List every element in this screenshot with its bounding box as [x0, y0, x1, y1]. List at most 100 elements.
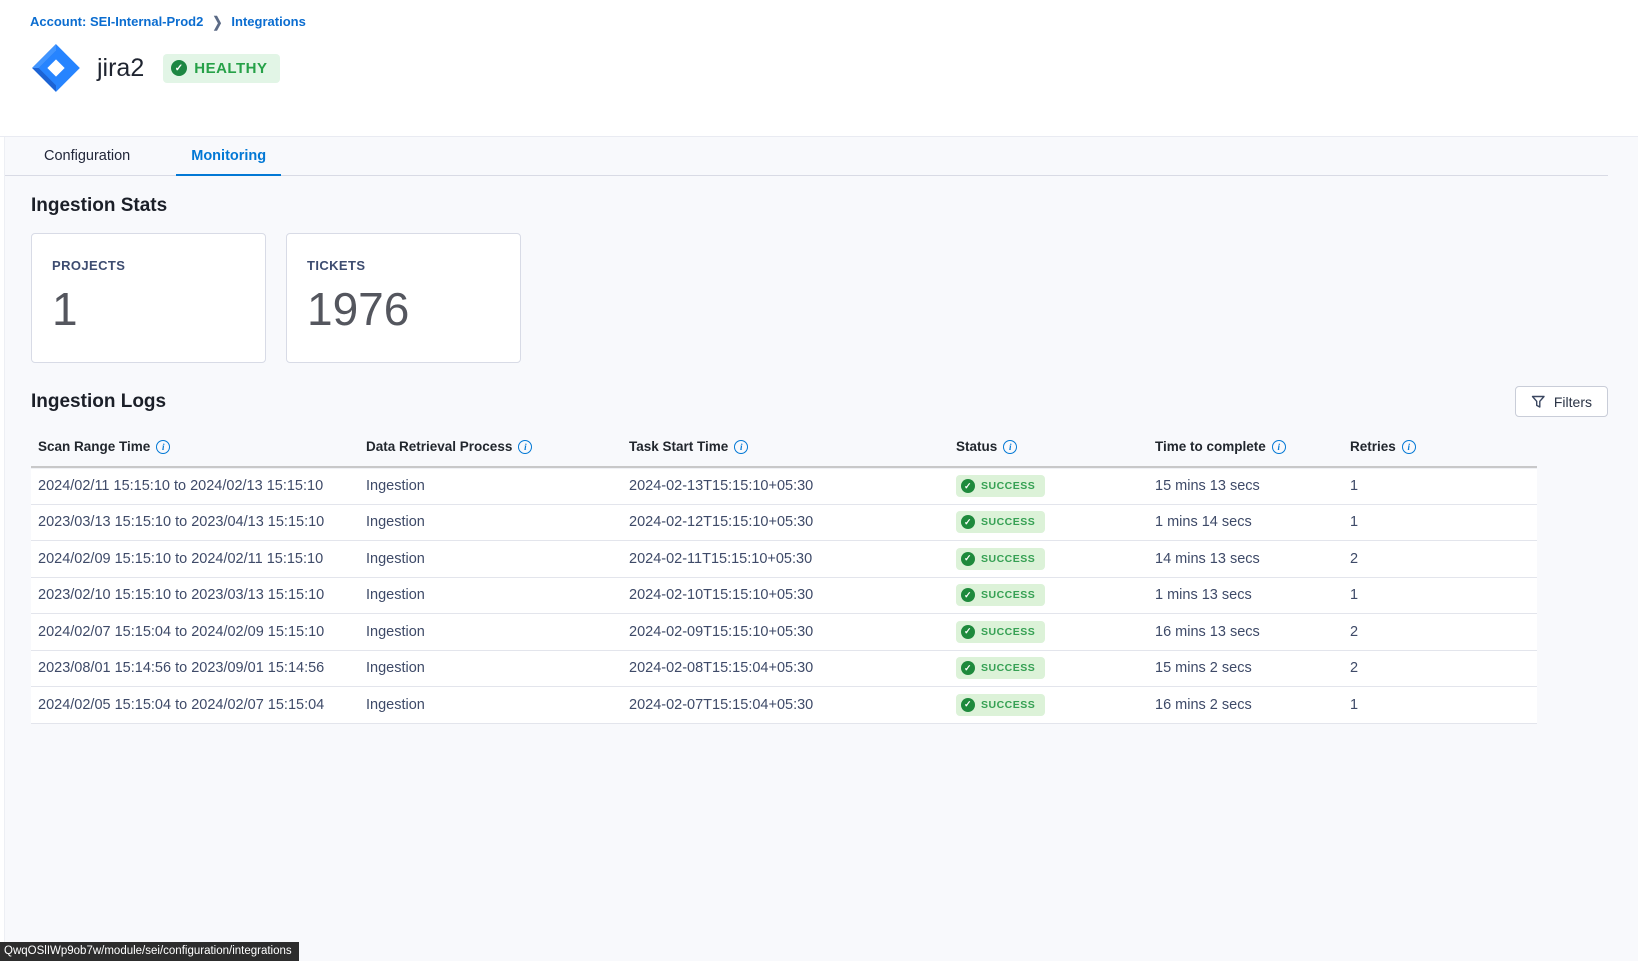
breadcrumb-account-link[interactable]: Account: SEI-Internal-Prod2	[30, 14, 203, 29]
ingestion-logs-heading: Ingestion Logs	[31, 391, 166, 413]
cell-task-start: 2024-02-11T15:15:10+05:30	[629, 551, 956, 567]
stat-card-label: TICKETS	[307, 258, 520, 273]
cell-status: ✓ SUCCESS	[956, 621, 1155, 643]
table-row[interactable]: 2024/02/05 15:15:04 to 2024/02/07 15:15:…	[31, 687, 1537, 724]
filters-button-label: Filters	[1554, 394, 1592, 410]
column-header-status: Status i	[956, 439, 1155, 454]
stat-cards: PROJECTS 1 TICKETS 1976	[31, 233, 1638, 363]
check-icon: ✓	[961, 661, 975, 675]
status-badge: ✓ SUCCESS	[956, 548, 1045, 570]
status-badge: ✓ SUCCESS	[956, 475, 1045, 497]
info-icon[interactable]: i	[1003, 440, 1017, 454]
check-icon: ✓	[961, 479, 975, 493]
column-header-process: Data Retrieval Process i	[366, 439, 629, 454]
cell-time-to-complete: 16 mins 2 secs	[1155, 697, 1350, 713]
status-badge: ✓ SUCCESS	[956, 657, 1045, 679]
column-header-task-start: Task Start Time i	[629, 439, 956, 454]
cell-retries: 2	[1350, 660, 1537, 676]
ingestion-stats-heading: Ingestion Stats	[31, 195, 1638, 217]
filter-funnel-icon	[1531, 395, 1546, 409]
cell-scan-range: 2023/03/13 15:15:10 to 2023/04/13 15:15:…	[38, 514, 366, 530]
cell-process: Ingestion	[366, 514, 629, 530]
cell-time-to-complete: 15 mins 2 secs	[1155, 660, 1350, 676]
filters-button[interactable]: Filters	[1515, 386, 1608, 417]
cell-status: ✓ SUCCESS	[956, 511, 1155, 533]
cell-retries: 1	[1350, 478, 1537, 494]
link-preview-statusbar: QwqOSlIWp9ob7w/module/sei/configuration/…	[0, 942, 299, 961]
cell-process: Ingestion	[366, 660, 629, 676]
table-row[interactable]: 2023/08/01 15:14:56 to 2023/09/01 15:14:…	[31, 651, 1537, 688]
cell-scan-range: 2023/02/10 15:15:10 to 2023/03/13 15:15:…	[38, 587, 366, 603]
cell-process: Ingestion	[366, 587, 629, 603]
health-badge-label: HEALTHY	[194, 60, 267, 77]
status-badge: ✓ SUCCESS	[956, 621, 1045, 643]
tab-monitoring[interactable]: Monitoring	[176, 137, 281, 176]
cell-retries: 1	[1350, 514, 1537, 530]
status-badge: ✓ SUCCESS	[956, 511, 1045, 533]
table-row[interactable]: 2024/02/09 15:15:10 to 2024/02/11 15:15:…	[31, 541, 1537, 578]
cell-task-start: 2024-02-07T15:15:04+05:30	[629, 697, 956, 713]
cell-time-to-complete: 16 mins 13 secs	[1155, 624, 1350, 640]
cell-time-to-complete: 14 mins 13 secs	[1155, 551, 1350, 567]
cell-time-to-complete: 15 mins 13 secs	[1155, 478, 1350, 494]
column-header-scan-range: Scan Range Time i	[38, 439, 366, 454]
check-icon: ✓	[961, 515, 975, 529]
cell-task-start: 2024-02-08T15:15:04+05:30	[629, 660, 956, 676]
left-edge-strip	[0, 137, 5, 961]
table-header-row: Scan Range Time i Data Retrieval Process…	[31, 433, 1537, 468]
integration-title: jira2	[97, 54, 144, 83]
breadcrumb-integrations-link[interactable]: Integrations	[231, 14, 305, 29]
cell-process: Ingestion	[366, 551, 629, 567]
breadcrumb-chevron-icon: ❯	[212, 13, 222, 30]
info-icon[interactable]: i	[518, 440, 532, 454]
check-icon: ✓	[961, 625, 975, 639]
cell-task-start: 2024-02-09T15:15:10+05:30	[629, 624, 956, 640]
cell-scan-range: 2024/02/11 15:15:10 to 2024/02/13 15:15:…	[38, 478, 366, 494]
check-icon: ✓	[961, 698, 975, 712]
cell-task-start: 2024-02-10T15:15:10+05:30	[629, 587, 956, 603]
stat-card-projects: PROJECTS 1	[31, 233, 266, 363]
cell-status: ✓ SUCCESS	[956, 694, 1155, 716]
cell-scan-range: 2023/08/01 15:14:56 to 2023/09/01 15:14:…	[38, 660, 366, 676]
table-row[interactable]: 2023/02/10 15:15:10 to 2023/03/13 15:15:…	[31, 578, 1537, 615]
status-badge: ✓ SUCCESS	[956, 584, 1045, 606]
page-header: Account: SEI-Internal-Prod2 ❯ Integratio…	[0, 0, 1638, 136]
column-header-time-to-complete: Time to complete i	[1155, 439, 1350, 454]
tab-bar: Configuration Monitoring	[0, 137, 1608, 176]
check-icon: ✓	[171, 60, 187, 76]
stat-card-value: 1976	[307, 286, 520, 332]
stat-card-tickets: TICKETS 1976	[286, 233, 521, 363]
info-icon[interactable]: i	[734, 440, 748, 454]
cell-status: ✓ SUCCESS	[956, 584, 1155, 606]
table-row[interactable]: 2023/03/13 15:15:10 to 2023/04/13 15:15:…	[31, 505, 1537, 542]
cell-process: Ingestion	[366, 697, 629, 713]
info-icon[interactable]: i	[156, 440, 170, 454]
table-body: 2024/02/11 15:15:10 to 2024/02/13 15:15:…	[31, 468, 1537, 724]
main-content: Configuration Monitoring Ingestion Stats…	[0, 136, 1638, 961]
cell-scan-range: 2024/02/09 15:15:10 to 2024/02/11 15:15:…	[38, 551, 366, 567]
column-header-retries: Retries i	[1350, 439, 1537, 454]
info-icon[interactable]: i	[1272, 440, 1286, 454]
table-row[interactable]: 2024/02/11 15:15:10 to 2024/02/13 15:15:…	[31, 468, 1537, 505]
cell-status: ✓ SUCCESS	[956, 657, 1155, 679]
breadcrumb: Account: SEI-Internal-Prod2 ❯ Integratio…	[30, 14, 1638, 29]
stat-card-label: PROJECTS	[52, 258, 265, 273]
cell-scan-range: 2024/02/07 15:15:04 to 2024/02/09 15:15:…	[38, 624, 366, 640]
cell-retries: 1	[1350, 587, 1537, 603]
cell-retries: 1	[1350, 697, 1537, 713]
cell-status: ✓ SUCCESS	[956, 475, 1155, 497]
check-icon: ✓	[961, 552, 975, 566]
cell-process: Ingestion	[366, 478, 629, 494]
cell-task-start: 2024-02-13T15:15:10+05:30	[629, 478, 956, 494]
table-row[interactable]: 2024/02/07 15:15:04 to 2024/02/09 15:15:…	[31, 614, 1537, 651]
cell-scan-range: 2024/02/05 15:15:04 to 2024/02/07 15:15:…	[38, 697, 366, 713]
cell-process: Ingestion	[366, 624, 629, 640]
tab-configuration[interactable]: Configuration	[29, 137, 145, 176]
health-status-badge: ✓ HEALTHY	[163, 54, 280, 83]
info-icon[interactable]: i	[1402, 440, 1416, 454]
check-icon: ✓	[961, 588, 975, 602]
cell-retries: 2	[1350, 551, 1537, 567]
status-badge: ✓ SUCCESS	[956, 694, 1045, 716]
cell-time-to-complete: 1 mins 13 secs	[1155, 587, 1350, 603]
stat-card-value: 1	[52, 286, 265, 332]
